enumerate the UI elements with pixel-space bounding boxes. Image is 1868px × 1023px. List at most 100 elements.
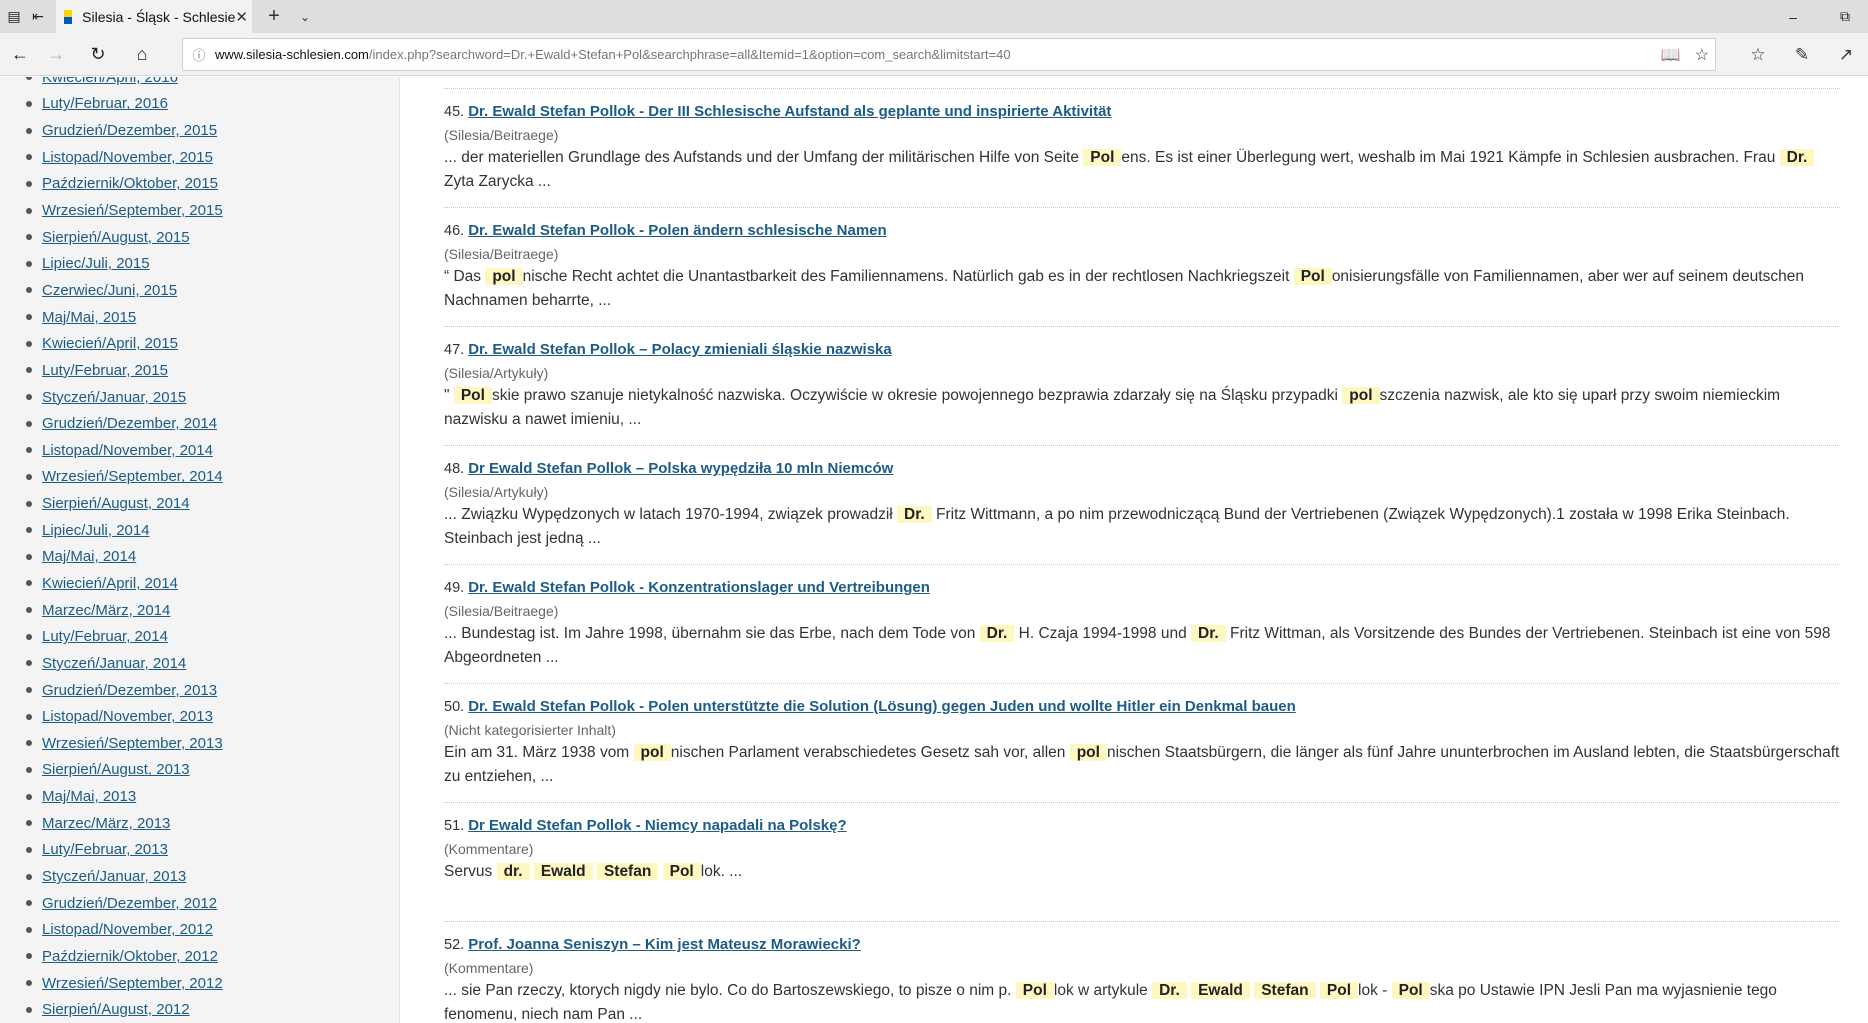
navigation-bar: ← → ↻ ⌂ ⓘ www.silesia-schlesien.com/inde…	[0, 33, 1868, 76]
result-number: 49.	[444, 580, 465, 596]
archive-link[interactable]: Grudzień/Dezember, 2013	[42, 682, 217, 699]
bullet-icon	[26, 607, 32, 614]
favorites-hub-icon[interactable]: ☆	[1736, 45, 1780, 65]
archive-link[interactable]: Listopad/November, 2015	[42, 149, 213, 166]
archive-link[interactable]: Grudzień/Dezember, 2012	[42, 895, 217, 912]
archive-link[interactable]: Kwiecień/April, 2014	[42, 575, 178, 592]
archive-item: Wrzesień/September, 2012	[26, 970, 223, 997]
archive-item: Wrzesień/September, 2015	[26, 197, 223, 224]
archive-item: Luty/Februar, 2015	[26, 357, 223, 384]
highlighted-term: pol	[485, 268, 523, 285]
archive-link[interactable]: Styczeń/Januar, 2014	[42, 655, 186, 672]
archive-link[interactable]: Marzec/März, 2014	[42, 602, 170, 619]
highlighted-term: pol	[633, 744, 671, 761]
result-title-link[interactable]: Dr. Ewald Stefan Pollok - Polen unterstü…	[468, 698, 1296, 715]
bullet-icon	[26, 420, 32, 427]
archive-link[interactable]: Grudzień/Dezember, 2014	[42, 415, 217, 432]
archive-item: Kwiecień/April, 2015	[26, 330, 223, 357]
result-title-link[interactable]: Dr. Ewald Stefan Pollok - Der III Schles…	[468, 103, 1111, 120]
close-tab-icon[interactable]: ✕	[235, 8, 248, 26]
share-icon[interactable]: ↗	[1824, 45, 1868, 65]
highlighted-term: pol	[1069, 744, 1107, 761]
archive-link[interactable]: Lipiec/Juli, 2014	[42, 522, 150, 539]
archive-link[interactable]: Luty/Februar, 2015	[42, 362, 168, 379]
archive-link[interactable]: Październik/Oktober, 2015	[42, 175, 218, 192]
highlighted-term: dr.	[496, 863, 530, 880]
snippet-text: skie prawo szanuje nietykalność nazwiska…	[491, 387, 1343, 404]
archive-link[interactable]: Wrzesień/September, 2012	[42, 975, 223, 992]
archive-link[interactable]: Kwiecień/April, 2016	[42, 77, 178, 86]
result-title-link[interactable]: Dr. Ewald Stefan Pollok - Konzentrations…	[468, 579, 930, 596]
result-number: 46.	[444, 223, 465, 239]
address-bar[interactable]: ⓘ www.silesia-schlesien.com/index.php?se…	[182, 38, 1716, 71]
archive-link[interactable]: Wrzesień/September, 2013	[42, 735, 223, 752]
results-list: 45. Dr. Ewald Stefan Pollok - Der III Sc…	[444, 89, 1840, 1023]
archive-item: Sierpień/August, 2015	[26, 224, 223, 251]
snippet-text: H. Czaja 1994-1998 und	[1014, 625, 1191, 642]
pen-icon[interactable]: ✎	[1780, 45, 1824, 65]
bullet-icon	[26, 367, 32, 374]
result-title-link[interactable]: Dr Ewald Stefan Pollok – Polska wypędził…	[468, 460, 893, 477]
result-heading: 49. Dr. Ewald Stefan Pollok - Konzentrat…	[444, 578, 1840, 600]
result-heading: 51. Dr Ewald Stefan Pollok - Niemcy napa…	[444, 816, 1840, 838]
archive-link[interactable]: Listopad/November, 2013	[42, 708, 213, 725]
bullet-icon	[26, 154, 32, 161]
archive-item: Wrzesień/September, 2013	[26, 730, 223, 757]
tab-active[interactable]: Silesia - Śląsk - Schlesie ✕	[56, 0, 252, 33]
snippet-text: Ein am 31. März 1938 vom	[444, 744, 634, 761]
reading-view-icon[interactable]: 📖	[1661, 45, 1681, 65]
result-title-link[interactable]: Dr. Ewald Stefan Pollok - Polen ändern s…	[468, 222, 886, 239]
archive-link[interactable]: Kwiecień/April, 2015	[42, 335, 178, 352]
archive-link[interactable]: Czerwiec/Juni, 2015	[42, 282, 177, 299]
back-arrow-icon[interactable]: ←	[0, 33, 40, 76]
bullet-icon	[26, 553, 32, 560]
set-aside-tabs-icon[interactable]: ⇤	[24, 0, 52, 33]
archive-link[interactable]: Listopad/November, 2014	[42, 442, 213, 459]
archive-link[interactable]: Styczeń/Januar, 2015	[42, 389, 186, 406]
archive-link[interactable]: Styczeń/Januar, 2013	[42, 868, 186, 885]
restore-icon[interactable]: ⧉	[1822, 0, 1868, 33]
highlighted-term: Dr.	[897, 506, 932, 523]
archive-link[interactable]: Maj/Mai, 2014	[42, 548, 136, 565]
forward-arrow-icon[interactable]: →	[36, 33, 76, 76]
archive-link[interactable]: Wrzesień/September, 2014	[42, 468, 223, 485]
result-title-link[interactable]: Dr. Ewald Stefan Pollok – Polacy zmienia…	[468, 341, 892, 358]
archive-item: Luty/Februar, 2016	[26, 91, 223, 118]
chevron-down-icon[interactable]: ⌄	[294, 0, 316, 33]
result-item: 46. Dr. Ewald Stefan Pollok - Polen ände…	[444, 208, 1840, 327]
archive-item: Sierpień/August, 2014	[26, 490, 223, 517]
archive-link[interactable]: Październik/Oktober, 2012	[42, 948, 218, 965]
bullet-icon	[26, 953, 32, 960]
highlighted-term: Pol	[1391, 982, 1430, 999]
archive-link[interactable]: Luty/Februar, 2016	[42, 95, 168, 112]
archive-link[interactable]: Sierpień/August, 2015	[42, 229, 190, 246]
new-tab-icon[interactable]: +	[262, 0, 286, 33]
bullet-icon	[26, 260, 32, 267]
archive-link[interactable]: Sierpień/August, 2013	[42, 761, 190, 778]
minimize-icon[interactable]: –	[1770, 0, 1816, 33]
archive-link[interactable]: Listopad/November, 2012	[42, 921, 213, 938]
archive-link[interactable]: Wrzesień/September, 2015	[42, 202, 223, 219]
archive-link[interactable]: Luty/Februar, 2013	[42, 841, 168, 858]
archive-link[interactable]: Grudzień/Dezember, 2015	[42, 122, 217, 139]
archive-link[interactable]: Maj/Mai, 2015	[42, 309, 136, 326]
info-icon[interactable]: ⓘ	[183, 45, 215, 64]
favorite-star-icon[interactable]: ☆	[1695, 45, 1709, 65]
bullet-icon	[26, 77, 32, 81]
result-title-link[interactable]: Dr Ewald Stefan Pollok - Niemcy napadali…	[468, 817, 846, 834]
archive-link[interactable]: Luty/Februar, 2014	[42, 628, 168, 645]
archive-item: Grudzień/Dezember, 2012	[26, 890, 223, 917]
refresh-icon[interactable]: ↻	[78, 33, 118, 76]
result-title-link[interactable]: Prof. Joanna Seniszyn – Kim jest Mateusz…	[468, 936, 861, 953]
archive-link[interactable]: Maj/Mai, 2013	[42, 788, 136, 805]
home-icon[interactable]: ⌂	[122, 33, 162, 76]
archive-link[interactable]: Marzec/März, 2013	[42, 815, 170, 832]
result-category: (Silesia/Artykuły)	[444, 365, 549, 381]
archive-link[interactable]: Sierpień/August, 2014	[42, 495, 190, 512]
url-text[interactable]: www.silesia-schlesien.com/index.php?sear…	[215, 47, 1011, 62]
archive-item: Maj/Mai, 2014	[26, 544, 223, 571]
archive-link[interactable]: Sierpień/August, 2012	[42, 1001, 190, 1018]
archive-sidebar: Kwiecień/April, 2016 Luty/Februar, 2016 Gr…	[0, 77, 400, 1023]
archive-link[interactable]: Lipiec/Juli, 2015	[42, 255, 150, 272]
archive-item: Listopad/November, 2013	[26, 703, 223, 730]
